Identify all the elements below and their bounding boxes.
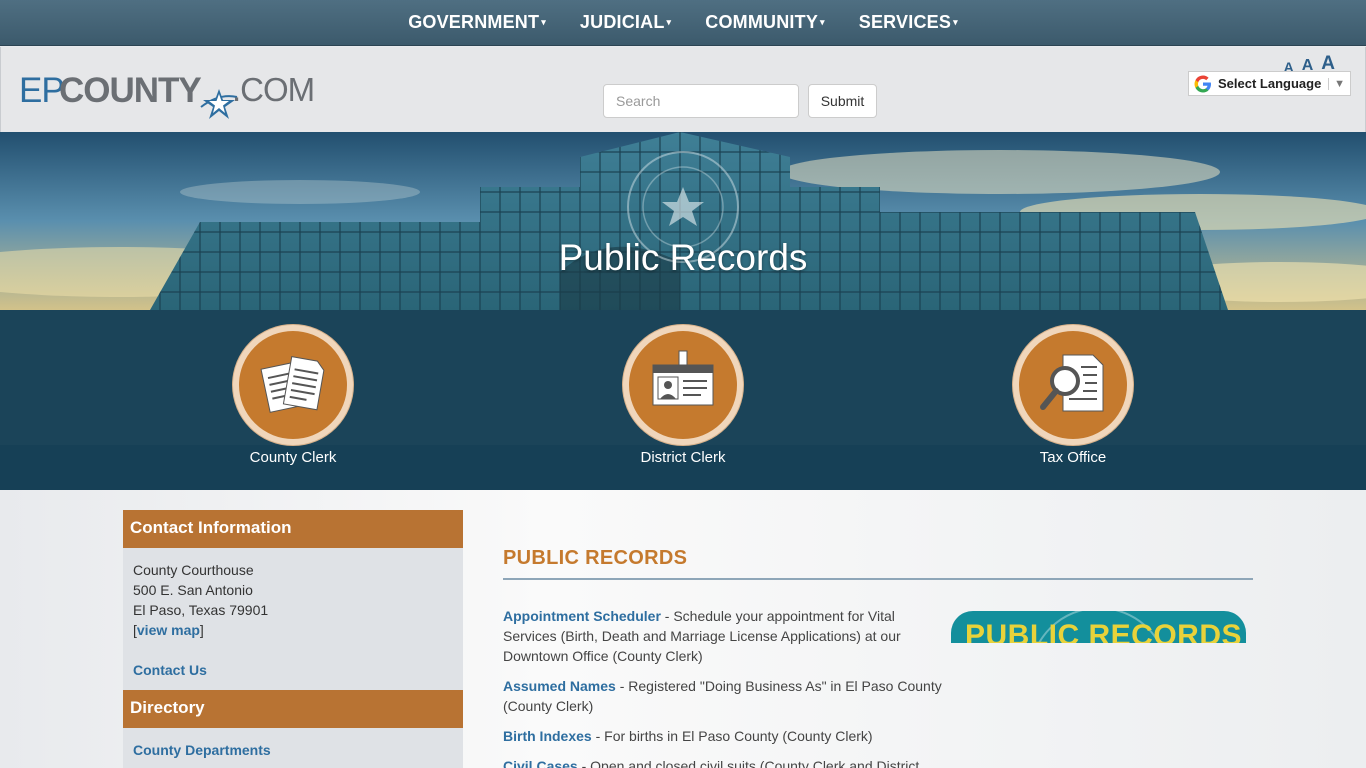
appointment-scheduler-link[interactable]: Appointment Scheduler bbox=[503, 608, 661, 624]
public-records-badge-image: PUBLIC RECORDS bbox=[951, 611, 1246, 643]
section-title: PUBLIC RECORDS bbox=[503, 547, 1253, 580]
caret-down-icon: ▾ bbox=[666, 17, 672, 27]
contact-info: County Courthouse 500 E. San Antonio El … bbox=[123, 548, 463, 690]
list-item: Assumed Names - Registered "Doing Busine… bbox=[503, 678, 942, 714]
google-icon bbox=[1194, 75, 1211, 92]
list-item: Civil Cases - Open and closed civil suit… bbox=[503, 756, 943, 768]
site-header: EP COUNTY .COM Submit A A A Select Langu… bbox=[0, 47, 1366, 132]
directory-heading: Directory bbox=[123, 690, 463, 728]
address-line: El Paso, Texas 79901 bbox=[133, 602, 269, 618]
quick-link-label: District Clerk bbox=[640, 449, 726, 466]
search-input[interactable] bbox=[603, 84, 799, 118]
quick-link-county-clerk[interactable]: County Clerk bbox=[193, 325, 393, 466]
quick-link-tax-office[interactable]: Tax Office bbox=[973, 325, 1173, 466]
page-title: Public Records bbox=[558, 237, 808, 278]
assumed-names-link[interactable]: Assumed Names bbox=[503, 678, 616, 694]
nav-government[interactable]: GOVERNMENT ▾ bbox=[408, 12, 546, 33]
caret-down-icon: ▾ bbox=[541, 17, 546, 27]
main-column: PUBLIC RECORDS Appointment Scheduler - S… bbox=[503, 547, 1253, 768]
documents-icon bbox=[260, 356, 325, 413]
top-navigation: GOVERNMENT ▾ JUDICIAL ▾ COMMUNITY ▾ SERVICE… bbox=[0, 0, 1366, 46]
site-logo[interactable]: EP COUNTY .COM bbox=[19, 71, 315, 121]
view-map-link[interactable]: view map bbox=[137, 622, 200, 638]
quick-links-band: County Clerk District Clerk Tax Office bbox=[0, 310, 1366, 490]
hero-banner: Public Records bbox=[0, 132, 1366, 310]
nav-community[interactable]: COMMUNITY ▾ bbox=[705, 12, 825, 33]
quick-link-label: Tax Office bbox=[1039, 449, 1107, 466]
contact-us-link[interactable]: Contact Us bbox=[133, 662, 207, 678]
quick-link-district-clerk[interactable]: District Clerk bbox=[583, 325, 783, 466]
nav-judicial[interactable]: JUDICIAL ▾ bbox=[580, 12, 671, 33]
sidebar: Contact Information County Courthouse 50… bbox=[123, 510, 463, 768]
submit-button[interactable]: Submit bbox=[808, 84, 877, 118]
dropdown-arrow-icon: ▼ bbox=[1328, 77, 1345, 90]
caret-down-icon: ▾ bbox=[820, 17, 825, 27]
language-select[interactable]: Select Language ▼ bbox=[1188, 71, 1351, 96]
quick-link-label: County Clerk bbox=[249, 449, 337, 466]
birth-indexes-link[interactable]: Birth Indexes bbox=[503, 728, 592, 744]
contact-heading: Contact Information bbox=[123, 510, 463, 548]
id-badge-icon bbox=[652, 350, 714, 406]
address-line: County Courthouse bbox=[133, 562, 254, 578]
county-departments-link[interactable]: County Departments bbox=[133, 742, 271, 758]
caret-down-icon: ▾ bbox=[953, 17, 958, 27]
magnify-document-icon bbox=[1040, 354, 1104, 412]
records-list: Appointment Scheduler - Schedule your ap… bbox=[503, 606, 943, 768]
address-line: 500 E. San Antonio bbox=[133, 582, 253, 598]
civil-cases-link[interactable]: Civil Cases bbox=[503, 758, 578, 768]
courthouse-image bbox=[0, 132, 1366, 310]
list-item: Birth Indexes - For births in El Paso Co… bbox=[503, 728, 873, 744]
main-content-area: Contact Information County Courthouse 50… bbox=[0, 490, 1366, 768]
list-item: Appointment Scheduler - Schedule your ap… bbox=[503, 608, 901, 664]
nav-services[interactable]: SERVICES ▾ bbox=[859, 12, 958, 33]
